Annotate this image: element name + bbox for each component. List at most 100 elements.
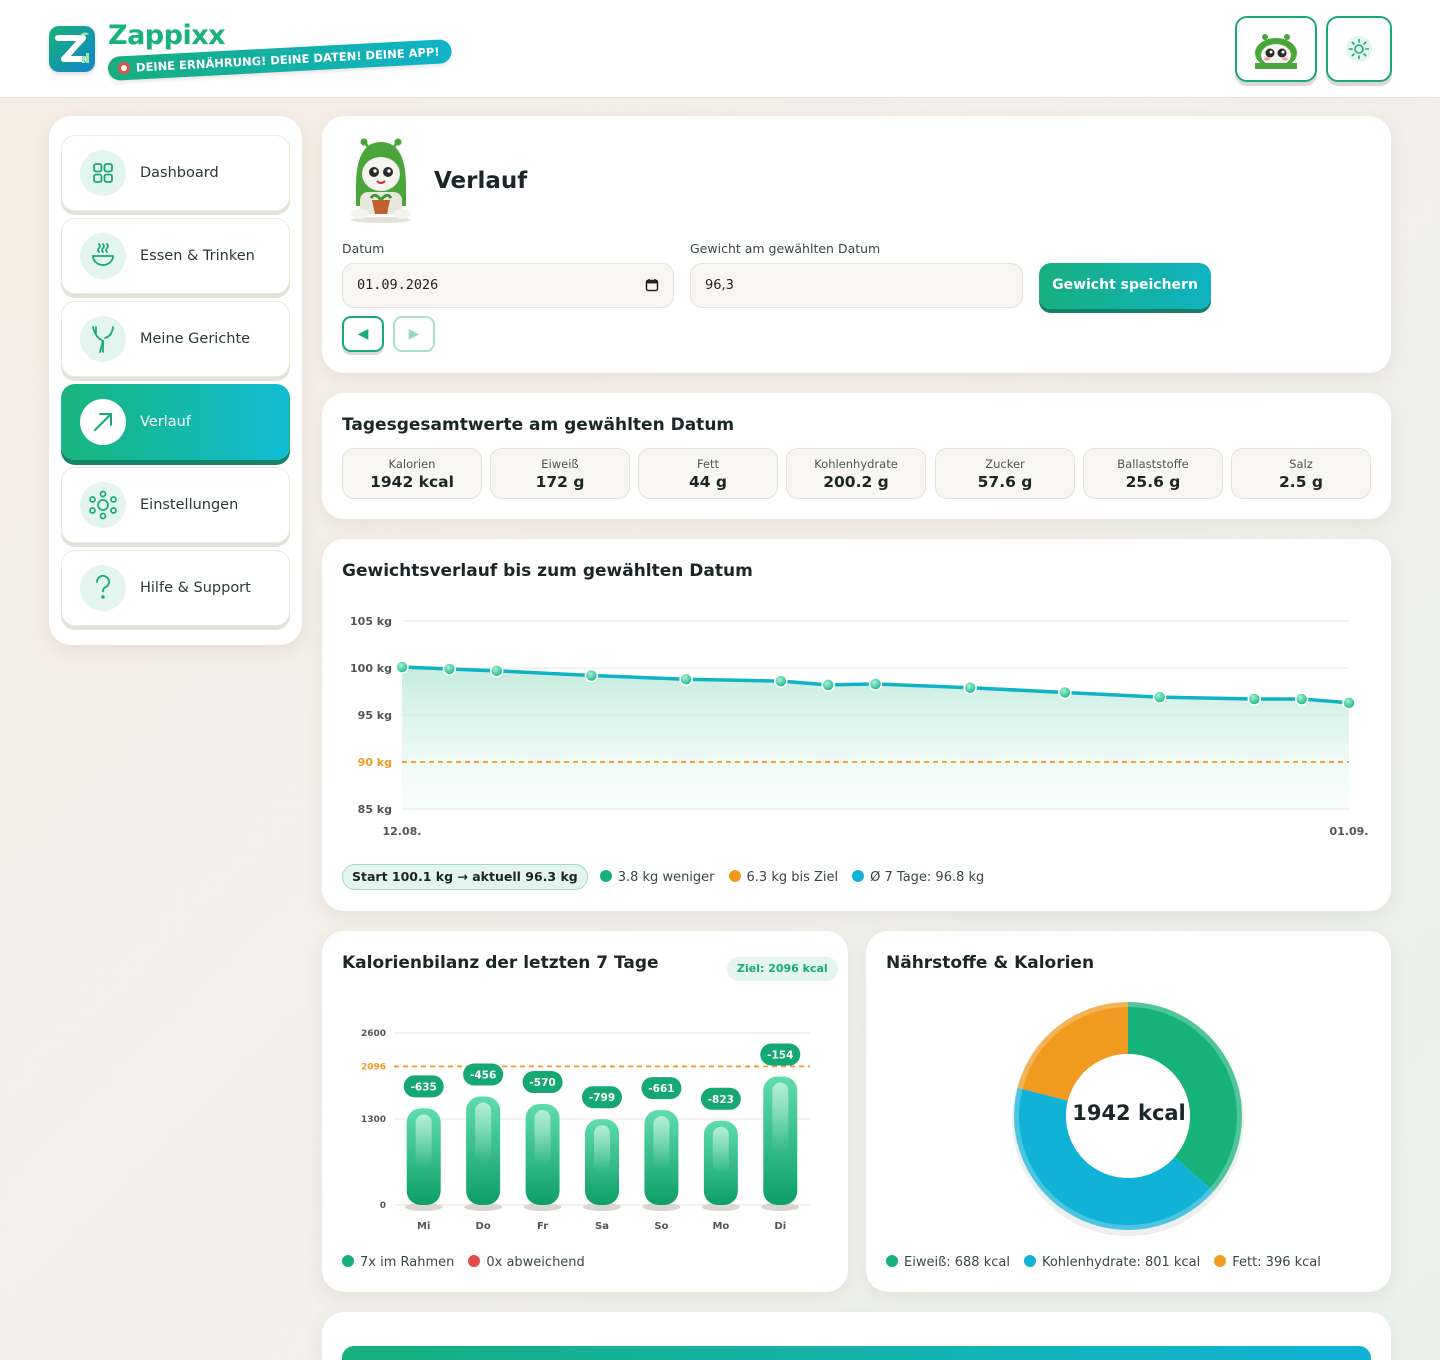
data-point bbox=[821, 678, 835, 692]
data-point bbox=[1342, 696, 1356, 710]
sidebar-item-label: Hilfe & Support bbox=[140, 580, 251, 596]
sidebar: Dashboard Essen & Trinken Meine Gerichte… bbox=[49, 116, 302, 645]
total-value: 44 g bbox=[688, 473, 728, 491]
legend-dot bbox=[852, 870, 865, 882]
date-label: Datum bbox=[342, 241, 385, 256]
app-logo-icon[interactable] bbox=[49, 26, 95, 72]
previous-day-button[interactable]: ◀ bbox=[342, 316, 384, 352]
bar-highlight bbox=[534, 1110, 551, 1166]
calorie-balance-title: Kalorienbilanz der letzten 7 Tage bbox=[342, 953, 659, 973]
legend-label: 3.8 kg weniger bbox=[617, 870, 715, 885]
calorie-balance-card: Kalorienbilanz der letzten 7 Tage Ziel: … bbox=[322, 931, 848, 1292]
legend-item: 6.3 kg bis Ziel bbox=[728, 870, 838, 885]
sidebar-item-verlauf[interactable]: Verlauf bbox=[61, 384, 290, 460]
date-input[interactable]: 01.09.2026 bbox=[342, 263, 674, 308]
legend-item: 3.8 kg weniger bbox=[599, 870, 715, 885]
total-label: Ballaststoffe bbox=[1117, 457, 1189, 471]
total-label: Kalorien bbox=[388, 457, 436, 471]
calendar-icon[interactable] bbox=[645, 278, 659, 292]
sidebar-item-meine-gerichte[interactable]: Meine Gerichte bbox=[61, 301, 290, 377]
bar-value-label: -635 bbox=[411, 1081, 437, 1093]
total-value: 57.6 g bbox=[977, 473, 1033, 491]
total-carbs: Kohlenhydrate 200.2 g bbox=[786, 448, 926, 499]
bar-highlight bbox=[594, 1125, 610, 1173]
y-tick-label: 100 kg bbox=[350, 662, 392, 675]
app-header: Zappixx DEINE ERNÄHRUNG! DEINE DATEN! DE… bbox=[0, 0, 1440, 98]
data-point bbox=[489, 664, 504, 678]
data-point bbox=[1247, 692, 1262, 706]
bar-value-label: -154 bbox=[767, 1050, 793, 1062]
bar-value-label: -823 bbox=[708, 1094, 734, 1106]
sidebar-item-einstellungen[interactable]: Einstellungen bbox=[61, 467, 290, 543]
legend-dot bbox=[728, 870, 741, 882]
weight-line-chart: 105 kg 100 kg 95 kg 90 kg 85 kg 12.08. 01.09. bbox=[350, 615, 1368, 838]
bottom-card bbox=[322, 1312, 1391, 1360]
bar-highlight bbox=[772, 1082, 789, 1154]
daily-totals-card: Tagesgesamtwerte am gewählten Datum Kalo… bbox=[322, 393, 1391, 519]
legend-item: Kohlenhydrate: 801 kcal bbox=[1023, 1255, 1201, 1270]
save-weight-button[interactable]: Gewicht speichern bbox=[1039, 263, 1211, 309]
total-value: 25.6 g bbox=[1125, 473, 1181, 491]
legend-item: 7x im Rahmen bbox=[342, 1255, 454, 1270]
date-value: 01.09.2026 bbox=[357, 277, 439, 293]
y-tick-label: 2600 bbox=[361, 1029, 386, 1039]
next-day-button[interactable]: ▶ bbox=[393, 316, 435, 352]
profile-button[interactable] bbox=[1235, 16, 1317, 82]
total-label: Eiweiß bbox=[541, 457, 579, 471]
verlauf-card: Verlauf Datum 01.09.2026 Gewicht am gewä… bbox=[322, 116, 1391, 373]
bar-highlight bbox=[475, 1102, 492, 1163]
total-salt: Salz 2.5 g bbox=[1231, 448, 1371, 499]
nutrients-card: Nährstoffe & Kalorien 1942 kcal Eiweiß: … bbox=[866, 931, 1391, 1292]
total-value: 172 g bbox=[535, 473, 585, 491]
sidebar-item-label: Einstellungen bbox=[140, 497, 239, 513]
weight-label: Gewicht am gewählten Datum bbox=[690, 241, 881, 256]
legend-label: 7x im Rahmen bbox=[360, 1255, 455, 1270]
start-current-pill: Start 100.1 kg → aktuell 96.3 kg bbox=[342, 864, 588, 890]
trend-arrow-icon bbox=[94, 413, 112, 431]
total-value: 2.5 g bbox=[1279, 473, 1323, 491]
y-tick-label: 85 kg bbox=[358, 803, 392, 816]
question-icon bbox=[96, 575, 110, 599]
legend-item: 0x abweichend bbox=[468, 1255, 585, 1270]
sidebar-item-hilfe-support[interactable]: Hilfe & Support bbox=[61, 550, 290, 626]
legend-item: Ø 7 Tage: 96.8 kg bbox=[852, 870, 984, 885]
data-point bbox=[1058, 685, 1072, 700]
y-tick-label: 1300 bbox=[361, 1115, 386, 1125]
legend-dot bbox=[342, 1255, 354, 1267]
total-value: 200.2 g bbox=[823, 473, 889, 491]
bar-value-label: -456 bbox=[470, 1070, 496, 1082]
total-label: Kohlenhydrate bbox=[814, 457, 898, 471]
bar-value-label: -661 bbox=[648, 1083, 674, 1095]
sidebar-item-label: Verlauf bbox=[140, 414, 191, 430]
total-protein: Eiweiß 172 g bbox=[490, 448, 630, 499]
legend-label: Fett: 396 kcal bbox=[1232, 1255, 1321, 1270]
total-label: Zucker bbox=[985, 457, 1025, 471]
total-label: Salz bbox=[1289, 457, 1313, 471]
app-name: Zappixx bbox=[108, 20, 226, 51]
x-tick-label: Do bbox=[476, 1221, 491, 1232]
mascot-illustration bbox=[351, 138, 411, 223]
theme-toggle-button[interactable] bbox=[1326, 16, 1392, 82]
calorie-bar-chart: 2600 1300 0 2096 -635 Mi -456 Do -570 Fr -799 Sa -66… bbox=[361, 1029, 810, 1232]
y-tick-label: 0 bbox=[380, 1201, 386, 1211]
target-icon bbox=[117, 61, 131, 75]
bar-highlight bbox=[653, 1116, 670, 1169]
data-point bbox=[1152, 690, 1167, 704]
data-point bbox=[679, 672, 693, 687]
total-sugar: Zucker 57.6 g bbox=[935, 448, 1075, 499]
goal-tick-label: 2096 bbox=[361, 1062, 386, 1072]
total-calories: Kalorien 1942 kcal bbox=[342, 448, 482, 499]
legend-label: Kohlenhydrate: 801 kcal bbox=[1041, 1255, 1201, 1270]
legend-dot bbox=[468, 1255, 481, 1267]
x-tick-label: 12.08. bbox=[383, 825, 422, 838]
sidebar-item-essen-trinken[interactable]: Essen & Trinken bbox=[61, 218, 290, 294]
sidebar-item-dashboard[interactable]: Dashboard bbox=[61, 135, 290, 211]
legend-item: Eiweiß: 688 kcal bbox=[886, 1255, 1010, 1270]
sidebar-item-label: Essen & Trinken bbox=[140, 248, 255, 264]
legend-item: Fett: 396 kcal bbox=[1214, 1255, 1321, 1270]
bar-highlight bbox=[712, 1126, 729, 1174]
utensils-icon bbox=[92, 326, 114, 353]
weight-input[interactable]: 96,3 bbox=[690, 263, 1023, 308]
legend-dot bbox=[886, 1255, 898, 1267]
bar-value-label: -799 bbox=[589, 1092, 615, 1104]
